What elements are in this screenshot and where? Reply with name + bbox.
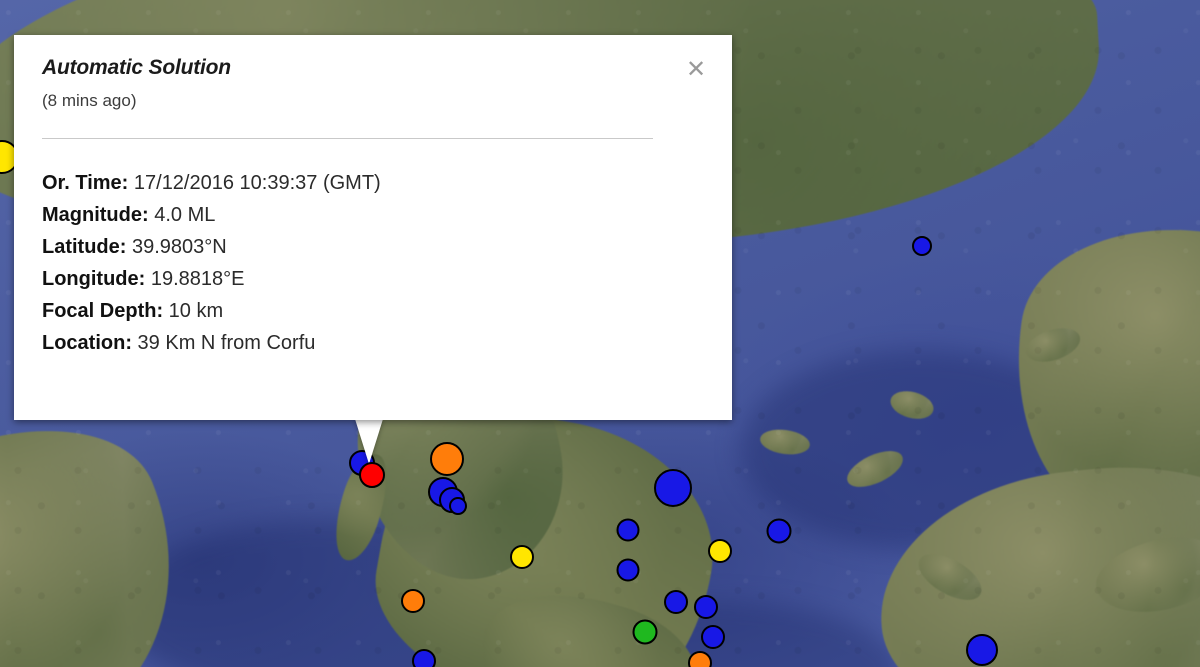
detail-row: Or. Time: 17/12/2016 10:39:37 (GMT): [42, 167, 712, 199]
quake-marker[interactable]: [412, 649, 436, 667]
detail-value: 39.9803°N: [126, 236, 227, 258]
quake-marker[interactable]: [401, 589, 425, 613]
popup-timestamp: (8 mins ago): [42, 91, 137, 110]
quake-marker[interactable]: [654, 469, 692, 507]
quake-marker[interactable]: [632, 619, 658, 645]
detail-value: 19.8818°E: [145, 268, 245, 290]
detail-row: Magnitude: 4.0 ML: [42, 199, 712, 231]
detail-label: Magnitude:: [42, 204, 149, 226]
popup-divider: [42, 138, 653, 139]
earthquake-info-popup: Automatic Solution (8 mins ago) ✕ Or. Ti…: [14, 35, 732, 420]
screenshot-root: Automatic Solution (8 mins ago) ✕ Or. Ti…: [0, 0, 1200, 667]
detail-value: 4.0 ML: [148, 204, 216, 226]
detail-value: 39 Km N from Corfu: [132, 332, 316, 354]
quake-marker[interactable]: [701, 625, 725, 649]
popup-title: Automatic Solution: [42, 56, 231, 79]
detail-row: Longitude: 19.8818°E: [42, 263, 712, 295]
quake-marker[interactable]: [912, 236, 932, 256]
detail-label: Latitude:: [42, 236, 127, 258]
quake-marker-selected[interactable]: [359, 462, 385, 488]
detail-row: Focal Depth: 10 km: [42, 295, 712, 327]
quake-marker[interactable]: [430, 442, 464, 476]
earthquake-detail-list: Or. Time: 17/12/2016 10:39:37 (GMT) Magni…: [42, 167, 712, 359]
quake-marker[interactable]: [966, 634, 998, 666]
quake-marker[interactable]: [766, 518, 792, 544]
quake-marker[interactable]: [616, 518, 640, 542]
detail-value: 17/12/2016 10:39:37 (GMT): [128, 172, 381, 194]
quake-marker[interactable]: [449, 497, 467, 515]
quake-marker[interactable]: [664, 590, 688, 614]
detail-value: 10 km: [163, 300, 224, 322]
quake-marker[interactable]: [616, 558, 640, 582]
quake-marker[interactable]: [708, 539, 732, 563]
detail-row: Location: 39 Km N from Corfu: [42, 327, 712, 359]
popup-pointer-tail: [355, 419, 383, 464]
detail-label: Or. Time:: [42, 172, 129, 194]
detail-label: Focal Depth:: [42, 300, 164, 322]
quake-marker[interactable]: [694, 595, 718, 619]
detail-row: Latitude: 39.9803°N: [42, 231, 712, 263]
quake-marker[interactable]: [510, 545, 534, 569]
close-icon[interactable]: ✕: [683, 57, 709, 83]
detail-label: Location:: [42, 332, 132, 354]
detail-label: Longitude:: [42, 268, 146, 290]
